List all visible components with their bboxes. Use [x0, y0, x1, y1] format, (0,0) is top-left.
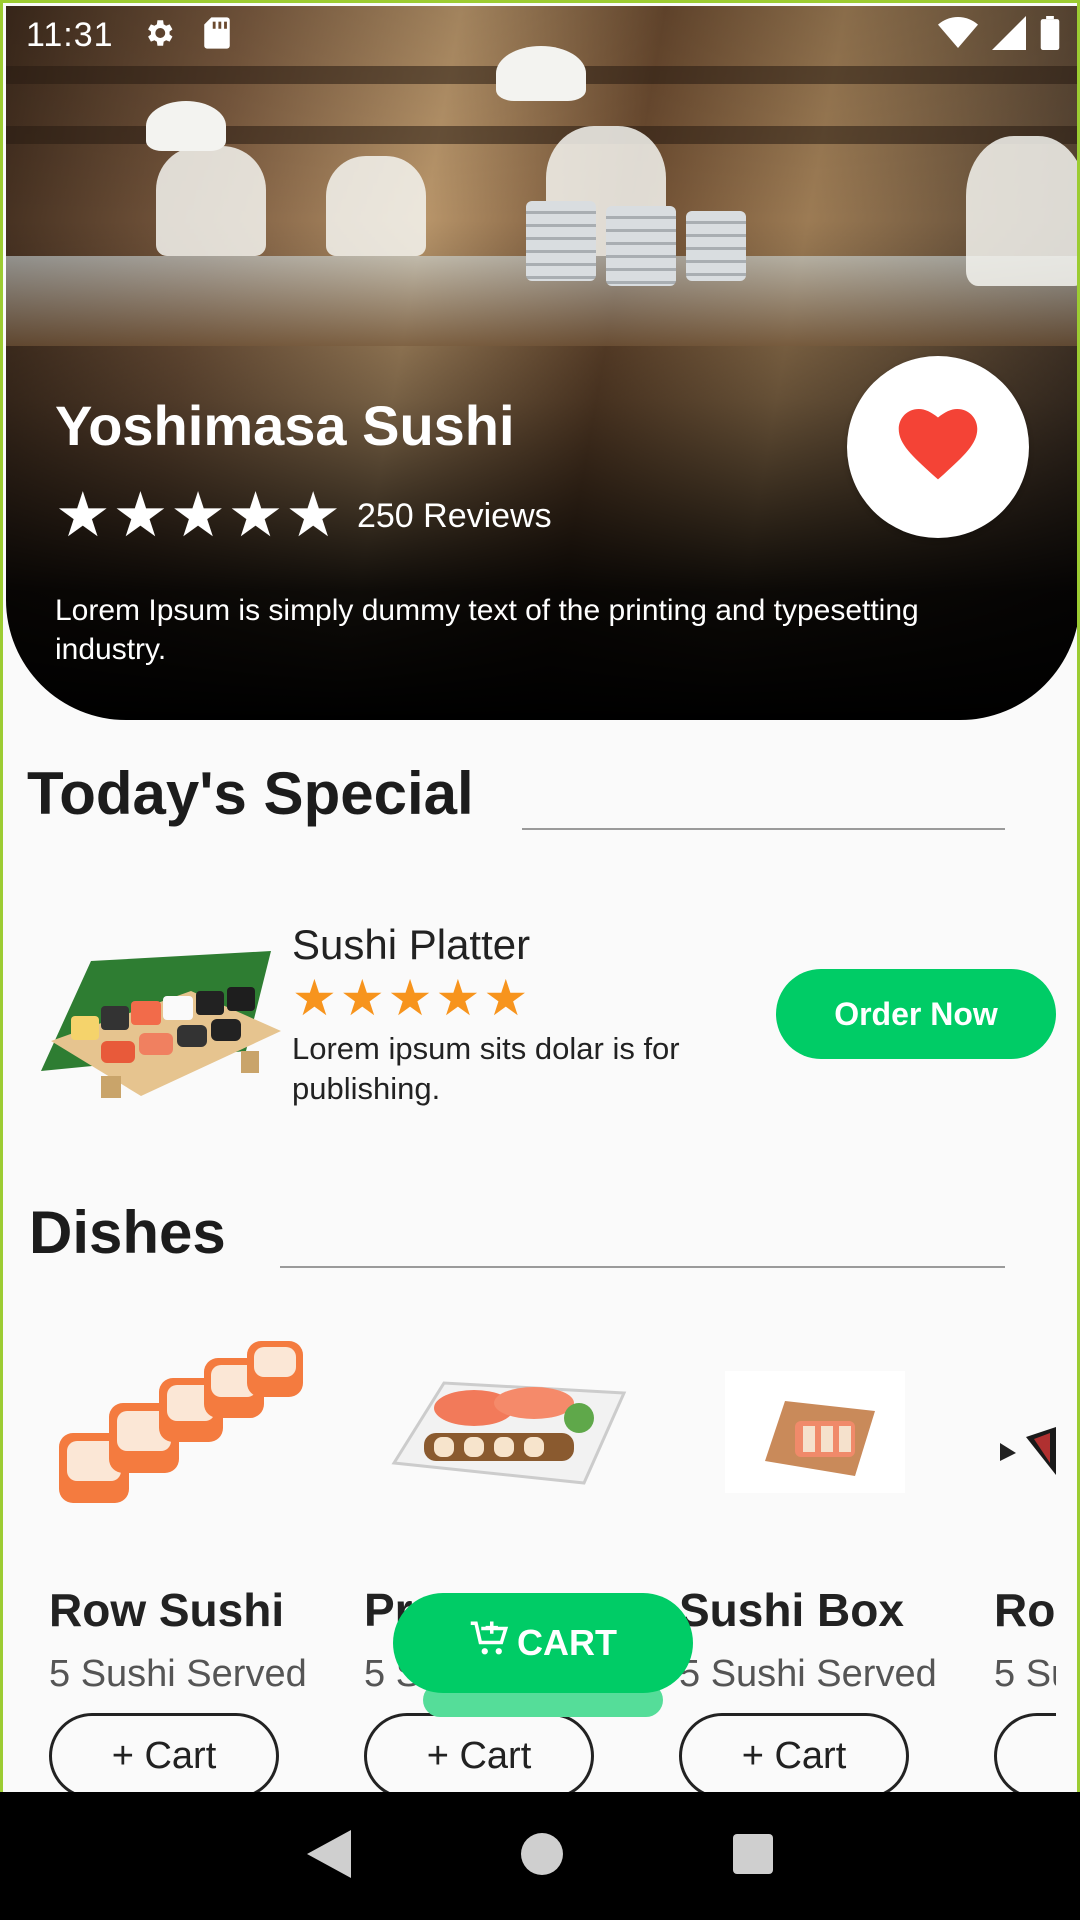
star-icon: ★: [227, 481, 284, 550]
cart-fab-button[interactable]: CART: [393, 1593, 693, 1693]
restaurant-description: Lorem Ipsum is simply dummy text of the …: [55, 594, 919, 666]
row-sushi-image: [49, 1333, 329, 1523]
review-count[interactable]: 250 Reviews: [357, 497, 552, 536]
section-divider: [522, 828, 1005, 830]
hero-plates: [526, 201, 596, 281]
sd-card-icon: [202, 16, 232, 55]
dish-card[interactable]: Ro 5 Su: [994, 1353, 1056, 1792]
dish-name: Sushi Box: [679, 1584, 904, 1636]
heart-icon: [898, 408, 978, 486]
app-frame: 11:31 Yoshimasa Sushi ★ ★ ★ ★ ★ 250 Revi…: [0, 0, 1080, 1792]
order-now-button[interactable]: Order Now: [776, 969, 1056, 1059]
hero-chef: [326, 156, 426, 256]
system-nav-bar: [0, 1792, 1080, 1920]
status-bar: 11:31: [6, 6, 1077, 64]
battery-icon: [1040, 15, 1060, 55]
star-icon: ★: [112, 481, 169, 550]
premium-sushi-image: [364, 1333, 644, 1523]
add-to-cart-button[interactable]: + Cart: [49, 1713, 279, 1792]
star-icon: ★: [170, 481, 226, 550]
dish-served: 5 Sushi Served: [679, 1653, 937, 1695]
star-icon: ★: [483, 970, 529, 1026]
dishes-title: Dishes: [29, 1199, 226, 1266]
back-icon[interactable]: [307, 1829, 351, 1883]
dish-name: Ro: [994, 1584, 1056, 1636]
cart-icon: [469, 1618, 511, 1669]
star-icon: ★: [339, 970, 385, 1026]
home-icon[interactable]: [521, 1832, 563, 1880]
special-item-description: Lorem ipsum sits dolar is for publishing…: [292, 1031, 680, 1106]
sushi-platter-image: [31, 921, 289, 1103]
recents-icon[interactable]: [733, 1833, 773, 1879]
todays-special-title: Today's Special: [27, 760, 474, 827]
cart-fab-label: CART: [517, 1622, 617, 1663]
dish-name: Row Sushi: [49, 1584, 285, 1636]
hero-chef: [156, 146, 266, 256]
special-item-name: Sushi Platter: [292, 921, 531, 968]
dish-served: 5 Su: [994, 1653, 1056, 1695]
signal-icon: [992, 15, 1026, 55]
hero-plates: [686, 211, 746, 281]
hero-chef-hat: [146, 101, 226, 151]
hero-plates: [606, 206, 676, 286]
star-icon: ★: [435, 970, 481, 1026]
hero-chef: [966, 136, 1077, 286]
star-icon: ★: [292, 970, 337, 1026]
special-item-rating: ★ ★ ★ ★ ★: [292, 973, 531, 1023]
add-to-cart-button[interactable]: [994, 1713, 1056, 1792]
dish-served: 5 Sushi Served: [49, 1653, 307, 1695]
star-icon: ★: [285, 481, 341, 550]
add-to-cart-button[interactable]: + Cart: [679, 1713, 909, 1792]
star-icon: ★: [387, 970, 433, 1026]
gear-icon: [142, 16, 176, 55]
add-to-cart-button[interactable]: + Cart: [364, 1713, 594, 1792]
wifi-icon: [938, 16, 978, 55]
status-time: 11:31: [26, 15, 114, 54]
restaurant-rating: ★ ★ ★ ★ ★ 250 Reviews: [55, 485, 552, 547]
section-divider: [280, 1266, 1005, 1268]
star-icon: ★: [55, 481, 111, 550]
dish-image-partial: [1000, 1423, 1056, 1483]
favorite-button[interactable]: [847, 356, 1029, 538]
sushi-box-image: [725, 1371, 905, 1493]
restaurant-name: Yoshimasa Sushi: [55, 394, 515, 457]
